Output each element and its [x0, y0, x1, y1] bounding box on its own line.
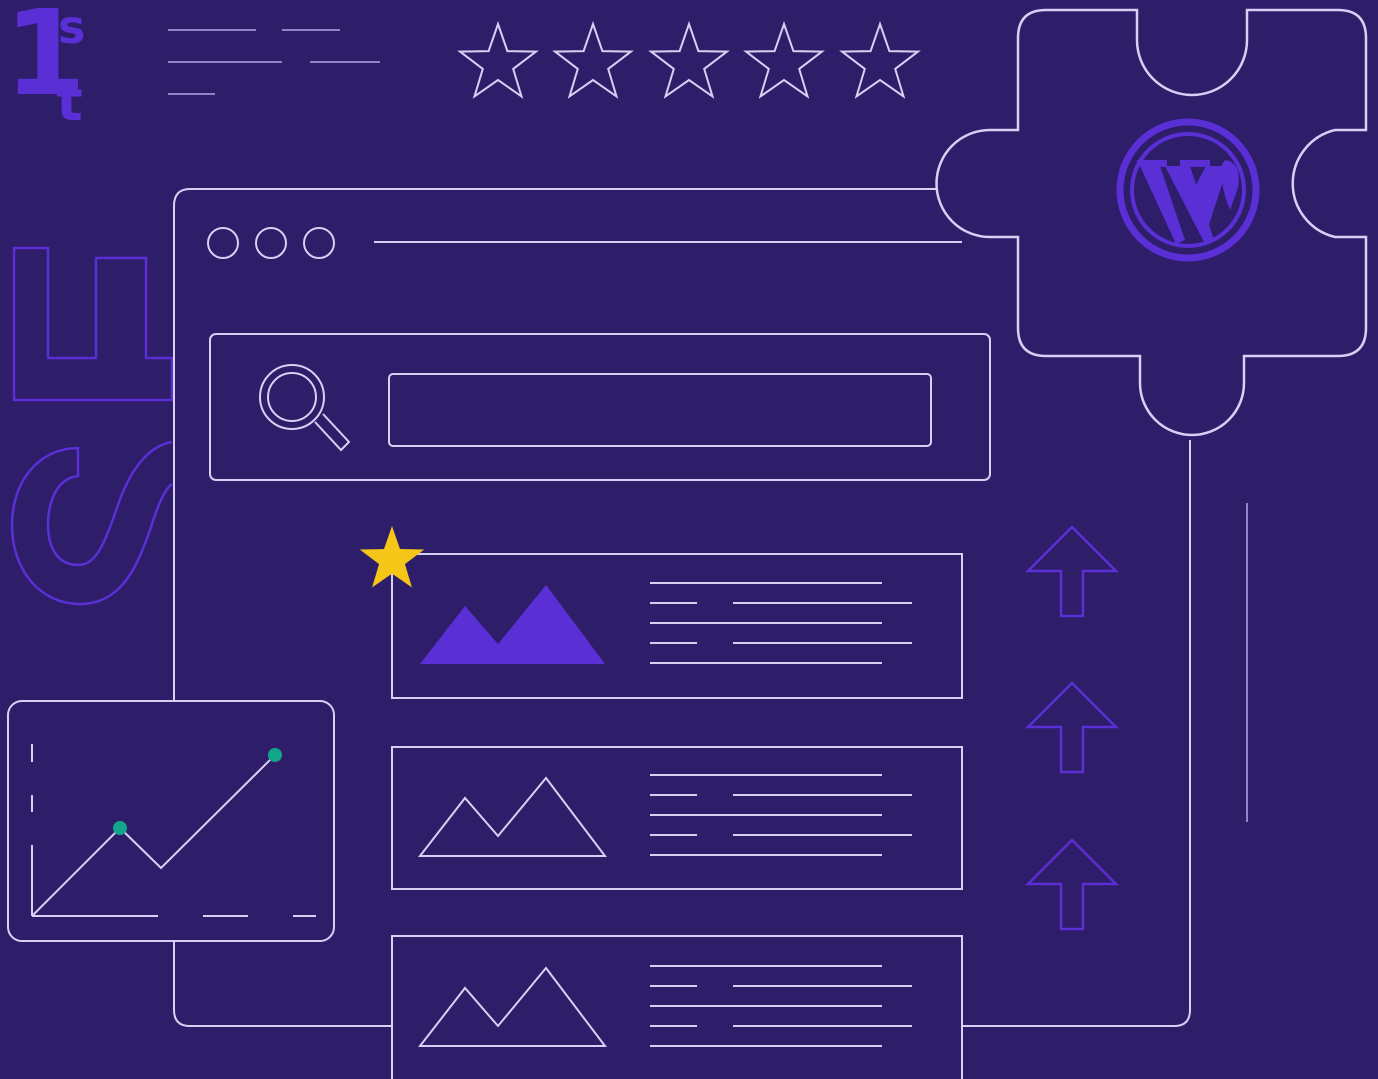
- result-card: [391, 746, 963, 890]
- star-outline-icon: [650, 23, 728, 98]
- result-card: [391, 935, 963, 1079]
- chart-point: [268, 748, 282, 762]
- seo-letters-art: [10, 246, 174, 606]
- arrow-up-icon: [1024, 681, 1120, 774]
- result-text-lines: [650, 774, 912, 856]
- ranking-arrows: [1024, 525, 1120, 931]
- result-text-lines: [650, 582, 912, 664]
- headline-placeholder: [168, 29, 380, 95]
- star-outline-icon: [554, 23, 632, 98]
- result-text-lines: [650, 965, 912, 1047]
- search-icon: [259, 364, 351, 452]
- analytics-chart-card: [7, 700, 335, 942]
- star-outline-icon: [841, 23, 919, 98]
- star-outline-icon: [459, 23, 537, 98]
- puzzle-piece-icon: [935, 8, 1368, 437]
- window-control-dot: [255, 227, 287, 259]
- window-control-dot: [303, 227, 335, 259]
- letter-s-outline: [10, 440, 173, 606]
- search-input[interactable]: [388, 373, 932, 447]
- letter-e-outline: [12, 246, 174, 402]
- window-control-dot: [207, 227, 239, 259]
- image-icon: [417, 966, 608, 1047]
- seo-illustration: 1 s t: [0, 0, 1378, 1079]
- image-icon: [417, 776, 608, 857]
- chart-point: [113, 821, 127, 835]
- image-icon: [420, 585, 605, 664]
- search-results: [359, 526, 963, 1079]
- arrow-up-icon: [1024, 838, 1120, 931]
- rating-stars: [459, 23, 919, 98]
- star-outline-icon: [745, 23, 823, 98]
- result-card: [359, 526, 963, 699]
- arrow-up-icon: [1024, 525, 1120, 618]
- illustration-canvas: [7, 8, 1368, 1079]
